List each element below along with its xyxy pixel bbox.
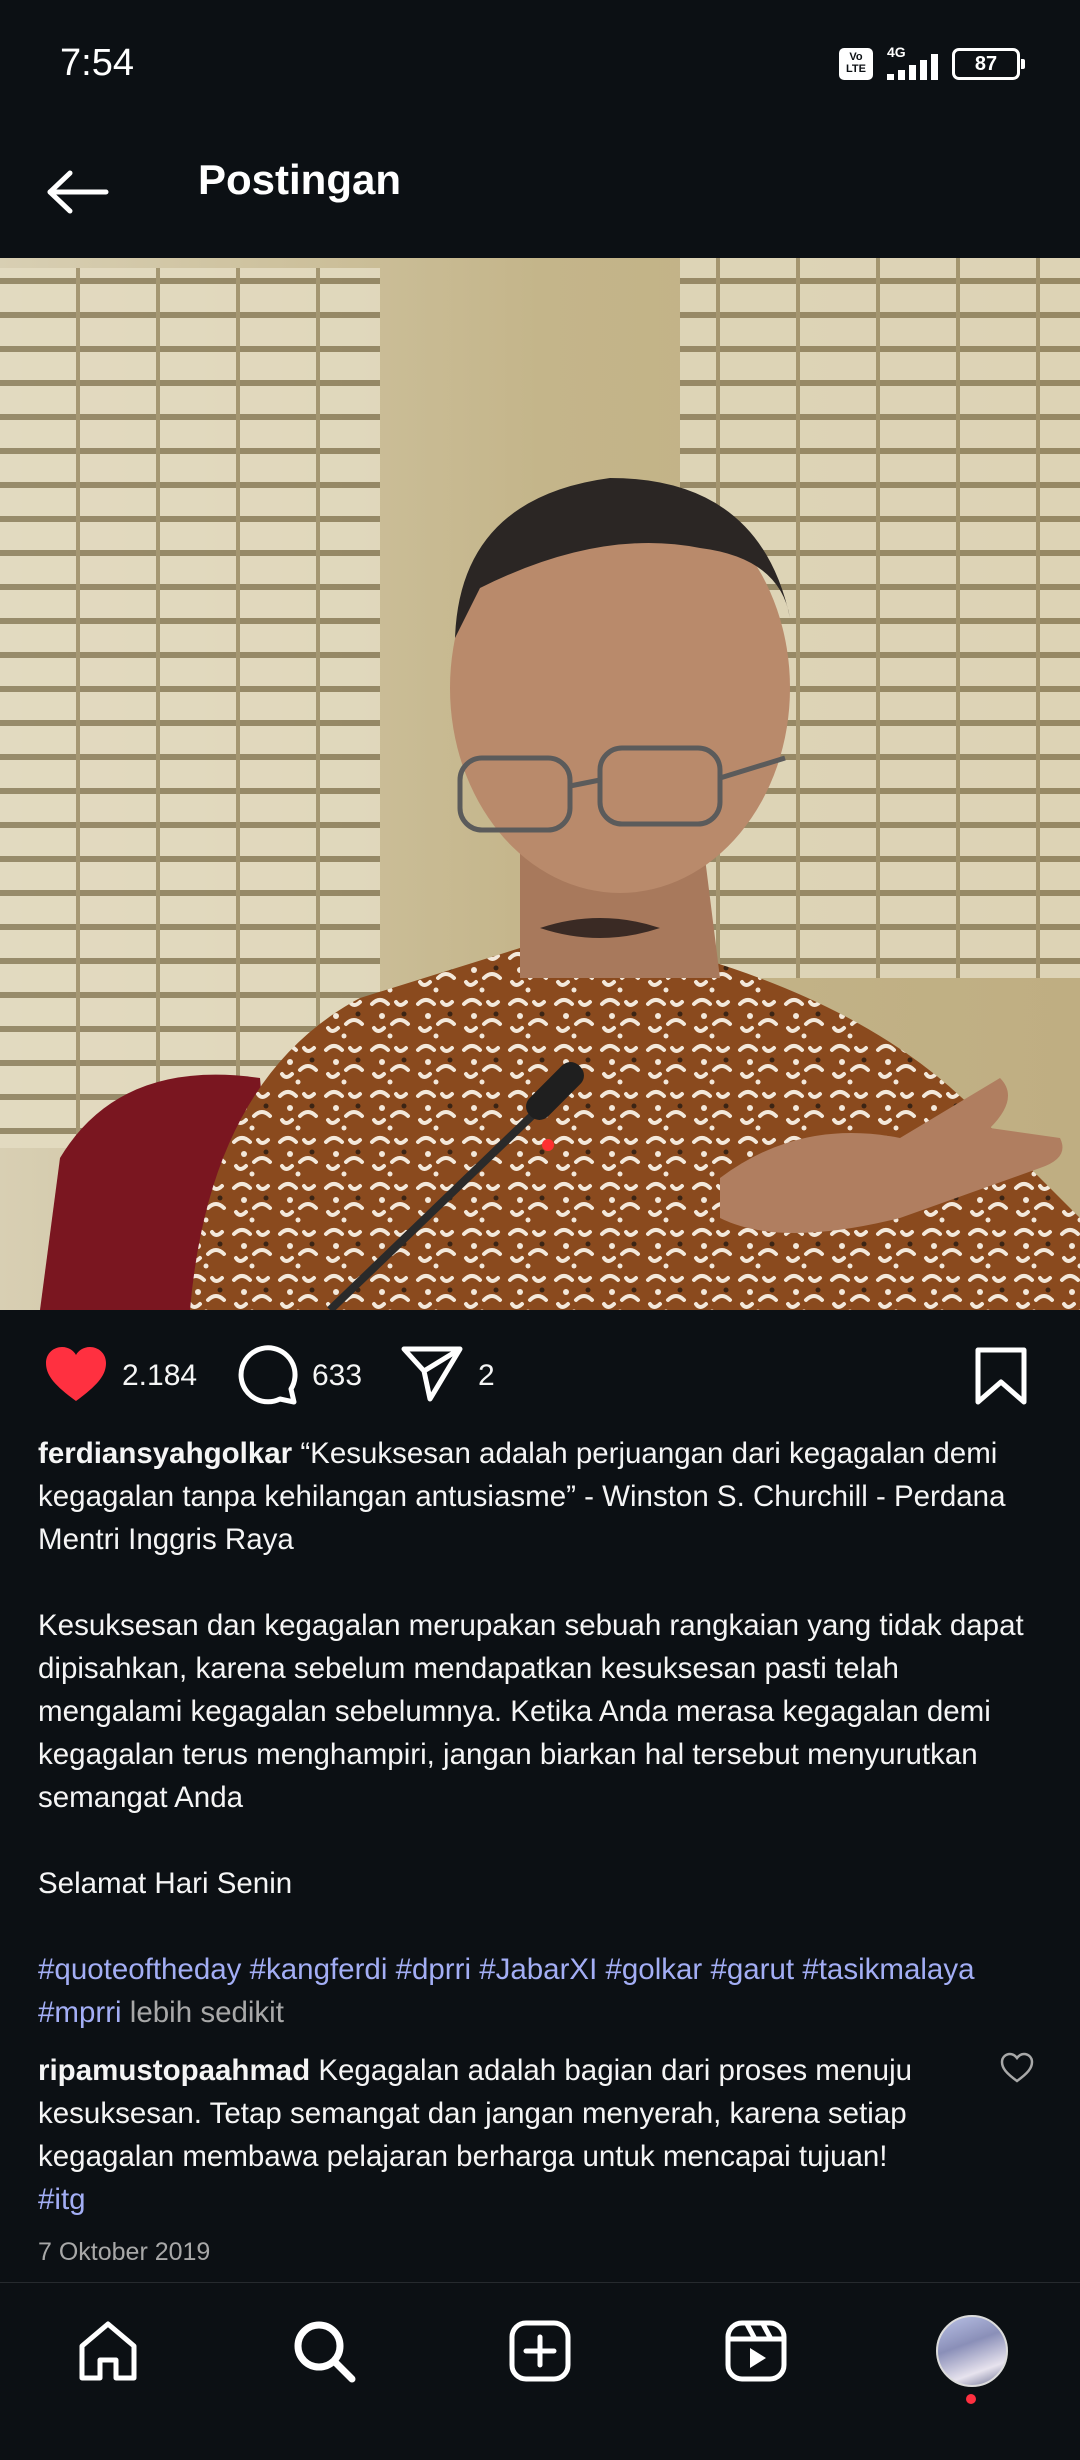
hashtag-link[interactable]: #quoteoftheday [38, 1953, 241, 1986]
hashtag-link[interactable]: #dprri [396, 1953, 471, 1986]
hashtag-link[interactable]: #mprri [38, 1996, 122, 2029]
heart-icon[interactable] [44, 1345, 108, 1408]
hashtag-link[interactable]: #kangferdi [250, 1953, 388, 1986]
home-icon[interactable] [68, 2311, 148, 2391]
send-icon[interactable] [400, 1345, 464, 1408]
show-less-link[interactable]: lebih sedikit [130, 1996, 284, 2029]
post-caption: ferdiansyahgolkar “Kesuksesan adalah per… [38, 1432, 1048, 2034]
hashtag-link[interactable]: #golkar [605, 1953, 702, 1986]
reels-icon[interactable] [716, 2311, 796, 2391]
share-action[interactable]: 2 [400, 1344, 495, 1408]
battery-level: 87 [974, 52, 998, 75]
post-actions: 2.184 633 2 [0, 1310, 1080, 1440]
status-bar: 7:54 Vo LTE 4G 87 [0, 0, 1080, 130]
comment-action[interactable]: 633 [236, 1344, 362, 1408]
comment-hashtag[interactable]: #itg [38, 2183, 86, 2216]
hashtag-link[interactable]: #JabarXI [479, 1953, 597, 1986]
comment-icon[interactable] [236, 1343, 298, 1410]
back-arrow-icon[interactable] [40, 154, 116, 230]
search-icon[interactable] [284, 2311, 364, 2391]
profile-avatar[interactable] [932, 2311, 1012, 2391]
notification-dot [966, 2394, 976, 2404]
bookmark-icon[interactable] [974, 1344, 1028, 1408]
hashtag-link[interactable]: #garut [710, 1953, 794, 1986]
share-count[interactable]: 2 [478, 1359, 495, 1393]
caption-hashtags: #quoteoftheday #kangferdi #dprri #JabarX… [38, 1948, 1048, 2034]
top-app-bar: Postingan [0, 130, 1080, 258]
volte-icon: Vo LTE [839, 48, 873, 80]
caption-paragraph: Kesuksesan dan kegagalan merupakan sebua… [38, 1609, 1024, 1814]
page-title: Postingan [198, 156, 402, 203]
post-date: 7 Oktober 2019 [38, 2238, 211, 2266]
avatar[interactable] [936, 2315, 1008, 2387]
status-icons: Vo LTE 4G 87 [839, 44, 1025, 84]
like-count[interactable]: 2.184 [122, 1359, 197, 1393]
create-post-icon[interactable] [500, 2311, 580, 2391]
network-type: 4G [887, 44, 906, 60]
comment-username[interactable]: ripamustopaahmad [38, 2054, 310, 2087]
comment-count[interactable]: 633 [312, 1359, 362, 1393]
post-image[interactable] [0, 258, 1080, 1310]
bottom-nav [0, 2282, 1080, 2460]
caption-greeting: Selamat Hari Senin [38, 1867, 293, 1900]
like-action[interactable]: 2.184 [44, 1344, 197, 1408]
caption-username[interactable]: ferdiansyahgolkar [38, 1437, 292, 1470]
top-comment: ripamustopaahmad Kegagalan adalah bagian… [38, 2049, 968, 2221]
comment-like-heart-icon[interactable] [1000, 2052, 1036, 2088]
battery-icon: 87 [952, 48, 1025, 80]
hashtag-link[interactable]: #tasikmalaya [802, 1953, 974, 1986]
status-time: 7:54 [60, 42, 134, 84]
signal-icon: 4G [887, 44, 938, 80]
